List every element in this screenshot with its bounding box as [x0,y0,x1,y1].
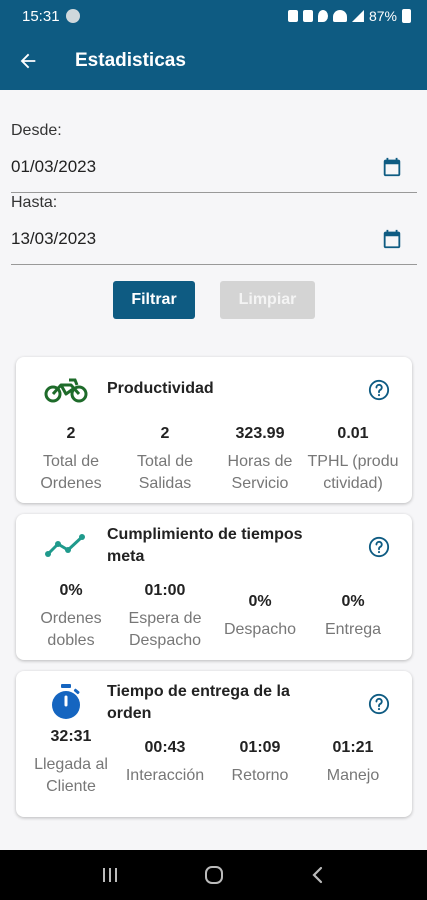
back-nav-icon[interactable] [309,865,327,885]
metric-label: Interacción [125,767,205,784]
clear-button[interactable]: Limpiar [220,281,315,319]
system-nav-bar [0,850,427,900]
calendar-icon[interactable] [381,156,403,178]
battery-icon [402,9,411,23]
card-title: Tiempo de entrega de la orden [107,683,290,722]
card-title: Cumplimiento de tiempos meta [107,526,303,565]
metric: 0% Entrega [306,592,400,641]
help-icon[interactable] [368,693,390,715]
metric: 00:43 Interacción [118,738,212,787]
metric-label: TPHL (productividad) [307,453,399,492]
metric: 32:31 Llegada al Cliente [24,727,118,798]
metric-value: 323.99 [235,425,285,442]
metric-value: 0% [248,593,272,610]
metric-value: 0% [341,593,365,610]
to-date-label: Hasta: [11,194,58,211]
notification-icon [65,9,80,23]
metric-value: 32:31 [50,728,92,745]
metric-label: Llegada al Cliente [34,756,108,795]
metric-label: Ordenes dobles [40,610,102,649]
stopwatch-icon [52,684,80,719]
productivity-card: Productividad 2 Total de Ordenes 2 Total… [16,357,412,503]
metric-label: Espera de Despacho [128,610,202,649]
metric: 01:09 Retorno [213,738,307,787]
metric: 323.99 Horas de Servicio [213,424,307,495]
metric: 0.01 TPHL (productividad) [306,424,400,495]
metric-label: Total de Ordenes [40,453,102,492]
arrow-left-icon [20,53,36,69]
to-date-underline [11,264,417,265]
metric-label: Manejo [326,767,380,784]
app-bar: Estadisticas [0,32,427,90]
page-title: Estadisticas [75,50,186,71]
trend-line-icon [45,534,85,557]
card-title: Productividad [107,380,214,397]
metric: 0% Ordenes dobles [24,581,118,652]
back-button[interactable] [17,50,47,72]
filter-button[interactable]: Filtrar [113,281,195,319]
metric-value: 2 [66,425,76,442]
location-icon [317,10,328,22]
alarm-icon [287,10,298,22]
to-date-field[interactable]: 13/03/2023 [11,229,96,249]
metric-value: 00:43 [144,739,186,756]
metric-label: Despacho [223,621,297,638]
delivery-time-card: Tiempo de entrega de la orden 32:31 Lleg… [16,671,412,817]
metric: 01:00 Espera de Despacho [118,581,212,652]
main-content: Desde: 01/03/2023 Hasta: 13/03/2023 Filt… [0,90,427,850]
status-bar: 15:31 87% [0,0,427,32]
from-date-field[interactable]: 01/03/2023 [11,157,96,177]
metric-value: 01:00 [144,582,186,599]
status-time: 15:31 [22,7,60,25]
status-icons: 87% [287,8,411,24]
metric-label: Retorno [231,767,289,784]
metric-label: Horas de Servicio [227,453,293,492]
metric-value: 01:21 [332,739,374,756]
metric-label: Entrega [324,621,382,638]
motorcycle-icon [44,378,88,403]
mute-icon [302,10,313,22]
metric-value: 0.01 [337,425,369,442]
help-icon[interactable] [368,536,390,558]
metric: 2 Total de Salidas [118,424,212,495]
wifi-icon [332,10,347,22]
metric-value: 01:09 [239,739,281,756]
metric-label: Total de Salidas [136,453,194,492]
home-icon[interactable] [203,864,225,886]
metric: 01:21 Manejo [306,738,400,787]
metric: 0% Despacho [213,592,307,641]
metric: 2 Total de Ordenes [24,424,118,495]
metric-value: 0% [59,582,83,599]
compliance-card: Cumplimiento de tiempos meta 0% Ordenes … [16,514,412,660]
calendar-icon[interactable] [381,228,403,250]
metric-value: 2 [160,425,170,442]
recent-apps-icon[interactable] [100,866,120,884]
from-date-label: Desde: [11,122,62,139]
battery-percent: 87% [368,8,397,24]
signal-icon [351,10,364,22]
help-icon[interactable] [368,379,390,401]
from-date-underline [11,192,417,193]
